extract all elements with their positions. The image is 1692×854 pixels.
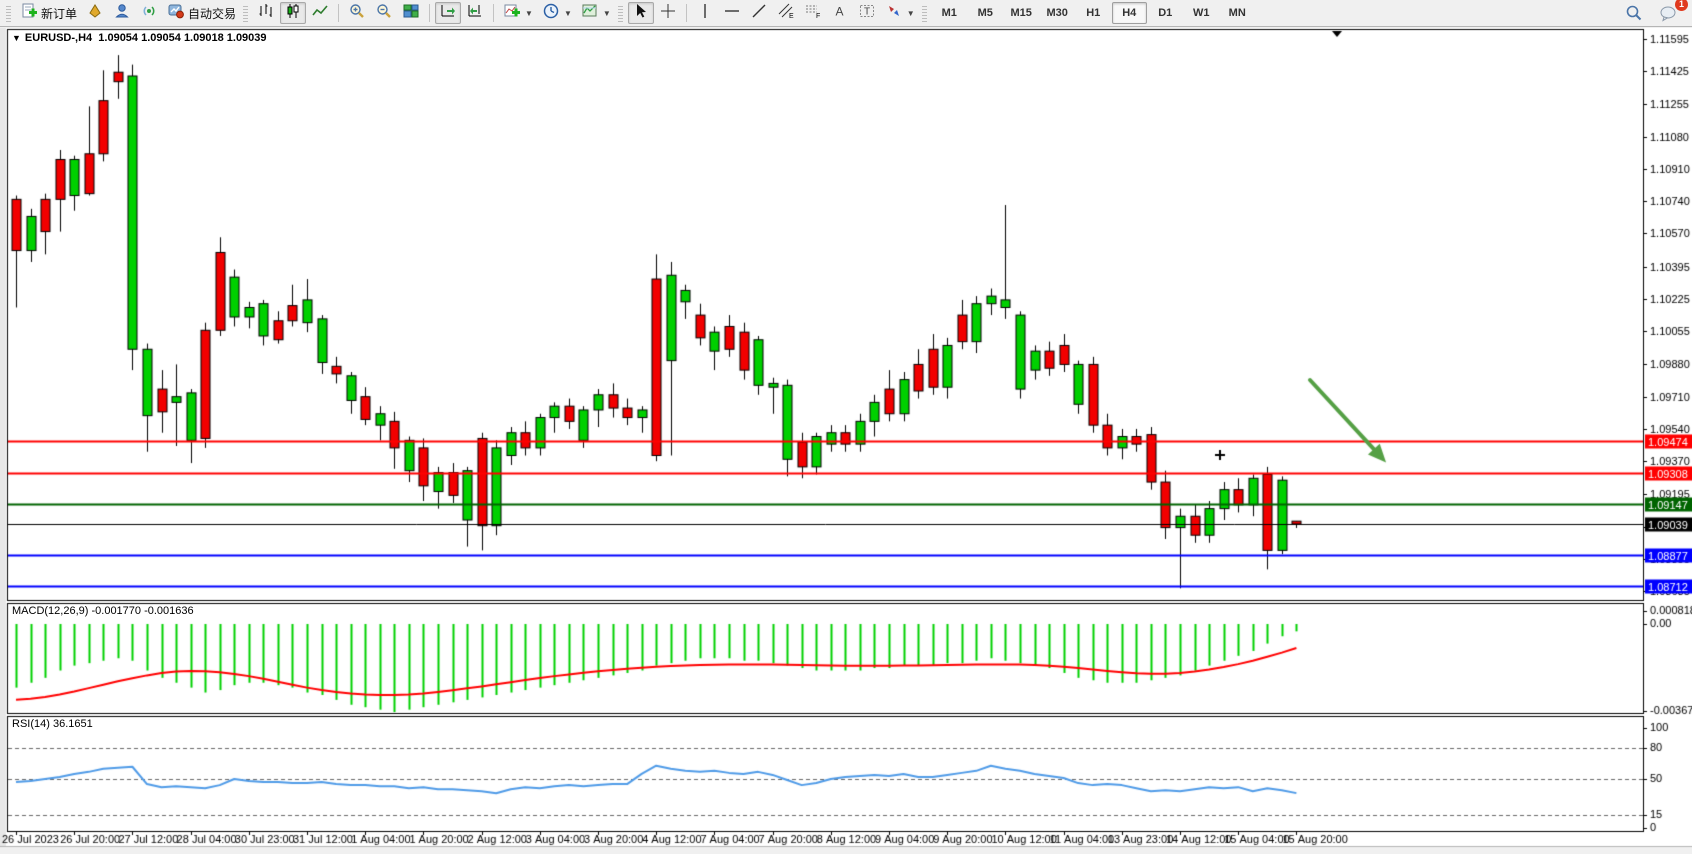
auto-scroll-icon (439, 2, 457, 25)
timeframe-toolbar: M1M5M15M30H1H4D1W1MN (932, 2, 1255, 24)
new-order-icon (20, 2, 38, 25)
horizontal-line-icon (723, 2, 741, 25)
line-chart-icon (311, 2, 329, 25)
line-chart-button[interactable] (307, 2, 333, 24)
crosshair-button[interactable] (655, 2, 681, 24)
toolbar-grip[interactable] (618, 4, 623, 22)
search-button[interactable] (1621, 2, 1647, 24)
auto-scroll-button[interactable] (435, 2, 461, 24)
timeframe-h4-button[interactable]: H4 (1112, 2, 1147, 24)
svg-text:F: F (816, 13, 820, 20)
toolbar-grip[interactable] (243, 4, 248, 22)
templates-button[interactable]: ▼ (577, 2, 615, 24)
equidistant-channel-button[interactable]: E (773, 2, 799, 24)
toolbar-separator (429, 4, 430, 22)
indicators-icon (503, 2, 521, 25)
notification-badge: 1 (1675, 0, 1688, 11)
timeframe-m30-button[interactable]: M30 (1040, 2, 1075, 24)
text-button[interactable]: A (827, 2, 853, 24)
timeframe-m5-button[interactable]: M5 (968, 2, 1003, 24)
signals-icon (140, 2, 158, 25)
text-icon: A (831, 2, 849, 25)
bar-chart-button[interactable] (253, 2, 279, 24)
main-toolbar: 新订单 自动交易 (0, 0, 1692, 27)
search-icon (1625, 4, 1643, 22)
timeframe-m1-button[interactable]: M1 (932, 2, 967, 24)
toolbar-grip[interactable] (6, 4, 11, 22)
tile-windows-icon (402, 2, 420, 25)
new-order-button[interactable]: 新订单 (16, 2, 81, 24)
market-icon (86, 2, 104, 25)
cursor-button[interactable] (628, 2, 654, 24)
vertical-line-icon (696, 2, 714, 25)
svg-text:E: E (789, 13, 794, 20)
zoom-in-icon (348, 2, 366, 25)
chevron-down-icon: ▼ (525, 9, 533, 18)
zoom-out-icon (375, 2, 393, 25)
new-order-label: 新订单 (41, 5, 77, 22)
profile-icon (113, 2, 131, 25)
cursor-icon (632, 2, 650, 25)
zoom-in-button[interactable] (344, 2, 370, 24)
signals-button[interactable] (136, 2, 162, 24)
autotrading-icon (167, 2, 185, 25)
notifications-button[interactable]: 1 (1655, 2, 1682, 24)
trendline-icon (750, 2, 768, 25)
price-chart-canvas[interactable] (0, 28, 1692, 854)
timeframe-mn-button[interactable]: MN (1220, 2, 1255, 24)
candlestick-chart-button[interactable] (280, 2, 306, 24)
timeframe-m15-button[interactable]: M15 (1004, 2, 1039, 24)
toolbar-separator (338, 4, 339, 22)
chevron-down-icon: ▼ (907, 9, 915, 18)
channel-icon: E (777, 2, 795, 25)
shapes-icon (885, 2, 903, 25)
periods-button[interactable]: ▼ (538, 2, 576, 24)
vertical-line-button[interactable] (692, 2, 718, 24)
bar-chart-icon (257, 2, 275, 25)
candlestick-chart-icon (284, 2, 302, 25)
toolbar-grip[interactable] (922, 4, 927, 22)
trendline-button[interactable] (746, 2, 772, 24)
timeframe-d1-button[interactable]: D1 (1148, 2, 1183, 24)
timeframe-h1-button[interactable]: H1 (1076, 2, 1111, 24)
horizontal-line-button[interactable] (719, 2, 745, 24)
arrows-button[interactable]: ▼ (881, 2, 919, 24)
toolbar-separator (686, 4, 687, 22)
tile-windows-button[interactable] (398, 2, 424, 24)
chart-shift-icon (466, 2, 484, 25)
chevron-down-icon: ▼ (564, 9, 572, 18)
fibonacci-icon: F (804, 2, 822, 25)
autotrading-label: 自动交易 (188, 5, 236, 22)
template-icon (581, 2, 599, 25)
svg-text:T: T (864, 6, 870, 17)
market-button[interactable] (82, 2, 108, 24)
clock-icon (542, 2, 560, 25)
text-label-icon: T (858, 2, 876, 25)
chart-shift-button[interactable] (462, 2, 488, 24)
zoom-out-button[interactable] (371, 2, 397, 24)
timeframe-w1-button[interactable]: W1 (1184, 2, 1219, 24)
community-button[interactable] (109, 2, 135, 24)
chart-window: ▼EURUSD-,H4 1.09054 1.09054 1.09018 1.09… (0, 28, 1692, 854)
chevron-down-icon: ▼ (603, 9, 611, 18)
crosshair-icon (659, 2, 677, 25)
fibonacci-button[interactable]: F (800, 2, 826, 24)
text-label-button[interactable]: T (854, 2, 880, 24)
svg-text:A: A (835, 4, 843, 18)
autotrading-button[interactable]: 自动交易 (163, 2, 240, 24)
toolbar-separator (493, 4, 494, 22)
indicators-button[interactable]: ▼ (499, 2, 537, 24)
